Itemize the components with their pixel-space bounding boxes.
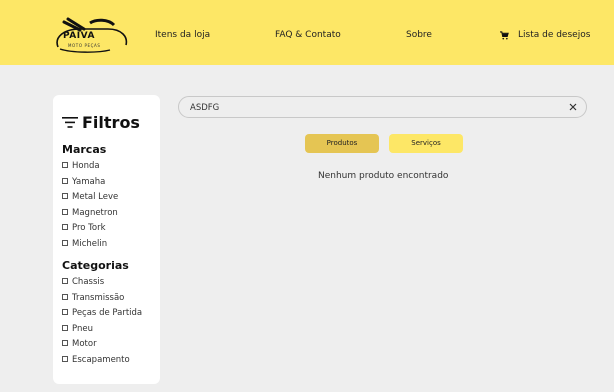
filters-title: Filtros — [82, 113, 140, 132]
search-input[interactable]: ASDFG — [178, 96, 587, 118]
option-label: Magnetron — [72, 208, 118, 218]
checkbox[interactable] — [62, 224, 68, 230]
tab-produtos[interactable]: Produtos — [305, 134, 379, 153]
brands-title: Marcas — [62, 143, 107, 156]
checkbox[interactable] — [62, 325, 68, 331]
empty-results-message: Nenhum produto encontrado — [318, 171, 449, 181]
option-label: Chassis — [72, 277, 105, 287]
option-label: Pneu — [72, 324, 93, 334]
checkbox[interactable] — [62, 356, 68, 362]
brand-option-michelin[interactable]: Michelin — [62, 239, 107, 249]
nav-faq-contato[interactable]: FAQ & Contato — [275, 30, 341, 40]
option-label: Escapamento — [72, 355, 130, 365]
option-label: Michelin — [72, 239, 108, 249]
checkbox[interactable] — [62, 294, 68, 300]
checkbox[interactable] — [62, 162, 68, 168]
category-option-pecas-de-partida[interactable]: Peças de Partida — [62, 308, 142, 318]
option-label: Honda — [72, 161, 100, 171]
brand-subtitle: MOTO PEÇAS — [68, 43, 101, 48]
filters-panel: Filtros Marcas Honda Yamaha Metal Leve M… — [53, 95, 160, 384]
option-label: Metal Leve — [72, 192, 119, 202]
option-label: Pro Tork — [72, 223, 106, 233]
option-label: Yamaha — [72, 177, 106, 187]
nav-lista-de-desejos[interactable]: Lista de desejos — [518, 30, 590, 40]
tab-servicos[interactable]: Serviços — [389, 134, 463, 153]
checkbox[interactable] — [62, 193, 68, 199]
option-label: Motor — [72, 339, 97, 349]
category-option-motor[interactable]: Motor — [62, 339, 97, 349]
nav-sobre[interactable]: Sobre — [406, 30, 432, 40]
close-icon[interactable] — [568, 102, 578, 112]
checkbox[interactable] — [62, 278, 68, 284]
categories-title: Categorias — [62, 259, 129, 272]
checkbox[interactable] — [62, 209, 68, 215]
nav-itens-da-loja[interactable]: Itens da loja — [155, 30, 210, 40]
search-query: ASDFG — [190, 103, 220, 113]
checkbox[interactable] — [62, 240, 68, 246]
option-label: Transmissão — [72, 293, 125, 303]
category-option-transmissao[interactable]: Transmissão — [62, 293, 124, 303]
brand-name: PAIVA — [63, 31, 95, 41]
option-label: Peças de Partida — [72, 308, 143, 318]
cart-icon[interactable] — [500, 31, 509, 40]
brand-option-metal-leve[interactable]: Metal Leve — [62, 192, 118, 202]
brand-option-honda[interactable]: Honda — [62, 161, 100, 171]
category-option-pneu[interactable]: Pneu — [62, 324, 93, 334]
brand-option-pro-tork[interactable]: Pro Tork — [62, 223, 106, 233]
brand-option-yamaha[interactable]: Yamaha — [62, 177, 105, 187]
category-option-escapamento[interactable]: Escapamento — [62, 355, 130, 365]
brand-option-magnetron[interactable]: Magnetron — [62, 208, 118, 218]
category-option-chassis[interactable]: Chassis — [62, 277, 104, 287]
header: PAIVA MOTO PEÇAS Itens da loja FAQ & Con… — [0, 0, 614, 65]
checkbox[interactable] — [62, 178, 68, 184]
filter-icon — [62, 117, 78, 128]
checkbox[interactable] — [62, 309, 68, 315]
checkbox[interactable] — [62, 340, 68, 346]
